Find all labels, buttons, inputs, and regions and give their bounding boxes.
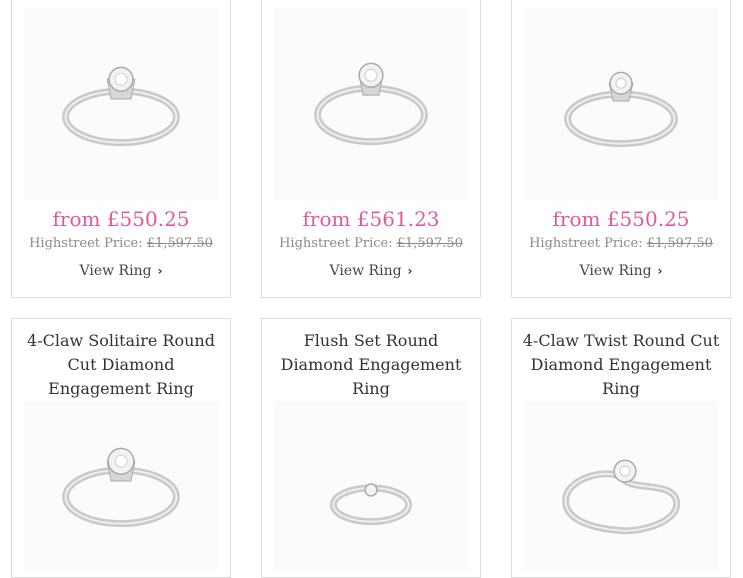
product-image[interactable]: [24, 7, 218, 201]
highstreet-old-price: £1,597.50: [146, 236, 213, 251]
product-title[interactable]: 4-Claw Twist Round Cut Diamond Engagemen…: [518, 329, 724, 401]
product-card[interactable]: 4-Claw Solitaire Round Cut Diamond Engag…: [11, 318, 231, 578]
ring-image: [62, 66, 180, 147]
highstreet-old-price: £1,597.50: [646, 236, 713, 251]
sale-price: from £550.25: [52, 207, 190, 231]
chevron-right-icon[interactable]: ›: [408, 264, 413, 278]
ring-image: [329, 483, 413, 526]
ring-image: [562, 459, 680, 535]
product-title[interactable]: 4-Claw Solitaire Round Cut Diamond Engag…: [18, 329, 224, 401]
product-card[interactable]: from £550.25 Highstreet Price: £1,597.50…: [511, 0, 731, 298]
view-ring-label[interactable]: View Ring: [329, 263, 401, 279]
highstreet-old-price: £1,597.50: [396, 236, 463, 251]
ring-image: [62, 447, 180, 528]
highstreet-price: Highstreet Price: £1,597.50: [512, 236, 730, 251]
highstreet-price: Highstreet Price: £1,597.50: [262, 236, 480, 251]
chevron-right-icon[interactable]: ›: [658, 264, 663, 278]
sale-price: from £561.23: [302, 207, 440, 231]
highstreet-label: Highstreet Price:: [279, 236, 393, 251]
view-ring-link[interactable]: View Ring ›: [12, 263, 230, 279]
product-card[interactable]: Flush Set Round Diamond Engagement Ring: [261, 318, 481, 578]
product-card[interactable]: from £550.25 Highstreet Price: £1,597.50…: [11, 0, 231, 298]
view-ring-link[interactable]: View Ring ›: [512, 263, 730, 279]
ring-image: [314, 62, 428, 146]
chevron-right-icon[interactable]: ›: [158, 264, 163, 278]
product-image[interactable]: [274, 7, 468, 201]
view-ring-label[interactable]: View Ring: [79, 263, 151, 279]
product-image[interactable]: [524, 401, 718, 571]
highstreet-label: Highstreet Price:: [29, 236, 143, 251]
view-ring-label[interactable]: View Ring: [579, 263, 651, 279]
view-ring-link[interactable]: View Ring ›: [262, 263, 480, 279]
product-image[interactable]: [24, 401, 218, 571]
highstreet-label: Highstreet Price:: [529, 236, 643, 251]
product-title[interactable]: Flush Set Round Diamond Engagement Ring: [268, 329, 474, 401]
product-image[interactable]: [274, 401, 468, 571]
ring-image: [564, 71, 678, 148]
highstreet-price: Highstreet Price: £1,597.50: [12, 236, 230, 251]
product-card[interactable]: from £561.23 Highstreet Price: £1,597.50…: [261, 0, 481, 298]
product-card[interactable]: 4-Claw Twist Round Cut Diamond Engagemen…: [511, 318, 731, 578]
sale-price: from £550.25: [552, 207, 690, 231]
product-image[interactable]: [524, 7, 718, 201]
